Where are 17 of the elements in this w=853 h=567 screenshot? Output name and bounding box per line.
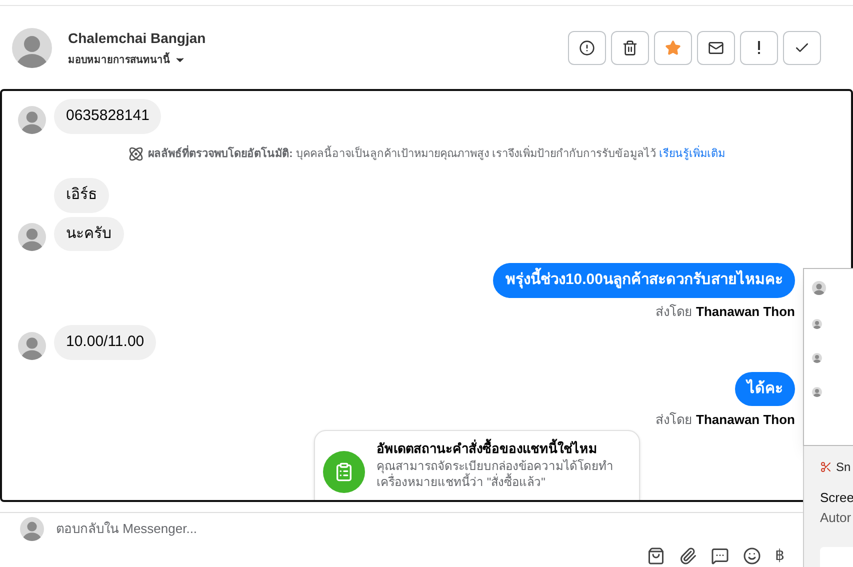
sender-name: Thanawan Thon	[696, 412, 795, 427]
sender-name: Thanawan Thon	[696, 304, 795, 318]
incoming-message: เอิร์ธ	[54, 178, 109, 212]
incoming-message: 0635828141	[54, 99, 162, 134]
notification-title: Scree	[820, 489, 853, 507]
app-name: Sn	[836, 459, 851, 476]
sent-by-label: ส่งโดย	[655, 412, 692, 427]
incoming-message: 10.00/11.00	[54, 325, 156, 360]
contact-name: Chalemchai Bangjan	[68, 28, 206, 48]
card-body: คุณสามารถจัดระเบียบกล่องข้อความได้โดยทำเครื่องหมายแชทนี้ว่า "สั่งซื้อแล้ว"	[376, 458, 614, 490]
card-title: อัพเดตสถานะคำสั่งซื้อของแชทนี้ใช่ไหม	[376, 438, 598, 458]
outgoing-message: พรุ่งนี้ช่วง10.00นลูกค้าสะดวกรับสายไหมคะ	[493, 263, 795, 298]
outgoing-message: ได้คะ	[735, 372, 795, 406]
auto-detect-notice: ผลลัพธ์ที่ตรวจพบโดยอัตโนมัติ: บุคคลนี้อาจเป็นลูกค้าเป้าหมายคุณภาพสูง เราจึงเพิ่มป้ายกำกับการรับข้อมูลไว้ เรียนรู้เพิ่มเติม	[148, 146, 725, 162]
notification-body: Autor	[820, 508, 852, 526]
sent-by-label: ส่งโดย	[655, 304, 692, 318]
incoming-message: นะครับ	[54, 216, 124, 251]
